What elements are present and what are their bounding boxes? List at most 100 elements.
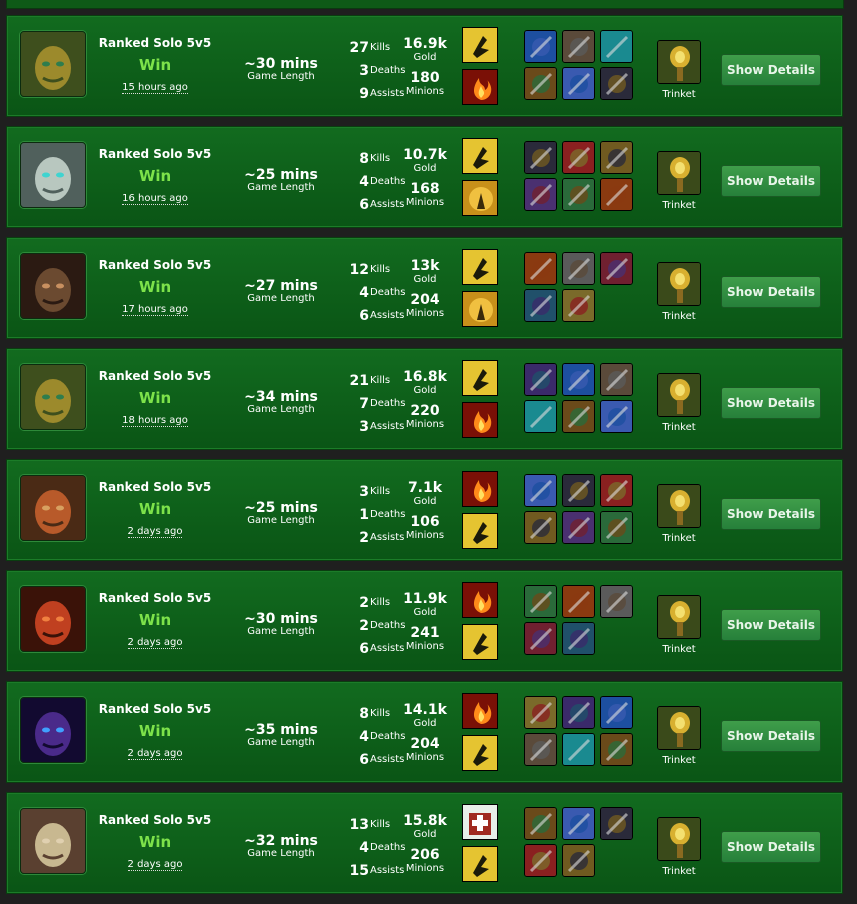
time-ago-text[interactable]: 2 days ago [127, 748, 183, 760]
item-icon[interactable] [562, 141, 595, 174]
item-icon[interactable] [524, 474, 557, 507]
summoner-spell-1-icon[interactable] [462, 804, 498, 840]
summoner-spell-2-icon[interactable] [462, 735, 498, 771]
item-icon[interactable] [600, 474, 633, 507]
item-icon[interactable] [600, 733, 633, 766]
summoner-spell-1-icon[interactable] [462, 27, 498, 63]
item-icon[interactable] [562, 252, 595, 285]
item-icon[interactable] [524, 141, 557, 174]
item-icon[interactable] [600, 178, 633, 211]
item-icon[interactable] [562, 474, 595, 507]
item-icon[interactable] [524, 844, 557, 877]
item-icon[interactable] [524, 178, 557, 211]
item-icon[interactable] [562, 400, 595, 433]
champion-portrait[interactable] [20, 31, 86, 97]
summoner-spell-2-icon[interactable] [462, 291, 498, 327]
trinket-icon[interactable] [657, 40, 701, 84]
summoner-spell-2-icon[interactable] [462, 69, 498, 105]
show-details-button[interactable]: Show Details [721, 831, 821, 863]
item-icon[interactable] [600, 30, 633, 63]
show-details-button[interactable]: Show Details [721, 609, 821, 641]
item-icon[interactable] [600, 807, 633, 840]
item-icon[interactable] [562, 844, 595, 877]
item-icon[interactable] [562, 585, 595, 618]
summoner-spell-1-icon[interactable] [462, 249, 498, 285]
show-details-button[interactable]: Show Details [721, 165, 821, 197]
match-row: Ranked Solo 5v5 Win 2 days ago ~35 mins … [6, 681, 843, 783]
previous-match-panel-edge [6, 0, 844, 9]
item-icon[interactable] [562, 733, 595, 766]
item-icon[interactable] [562, 696, 595, 729]
trinket-icon[interactable] [657, 817, 701, 861]
show-details-button[interactable]: Show Details [721, 54, 821, 86]
item-icon[interactable] [524, 807, 557, 840]
summoner-spell-2-icon[interactable] [462, 846, 498, 882]
show-details-button[interactable]: Show Details [721, 387, 821, 419]
item-icon[interactable] [600, 141, 633, 174]
summoner-spell-1-icon[interactable] [462, 360, 498, 396]
champion-portrait[interactable] [20, 808, 86, 874]
trinket-icon[interactable] [657, 373, 701, 417]
item-icon[interactable] [524, 622, 557, 655]
item-icon[interactable] [524, 585, 557, 618]
show-details-button[interactable]: Show Details [721, 498, 821, 530]
summoner-spell-2-icon[interactable] [462, 180, 498, 216]
item-icon[interactable] [600, 67, 633, 100]
item-icon[interactable] [524, 733, 557, 766]
item-icon[interactable] [562, 363, 595, 396]
time-ago-text[interactable]: 17 hours ago [122, 304, 188, 316]
item-icon[interactable] [562, 67, 595, 100]
minions-label: Minions [405, 86, 445, 97]
summoner-spell-2-icon[interactable] [462, 513, 498, 549]
item-icon[interactable] [600, 511, 633, 544]
summoner-spell-1-icon[interactable] [462, 693, 498, 729]
item-icon[interactable] [600, 585, 633, 618]
time-ago-text[interactable]: 18 hours ago [122, 415, 188, 427]
item-icon[interactable] [600, 363, 633, 396]
time-ago-text[interactable]: 2 days ago [127, 637, 183, 649]
champion-portrait[interactable] [20, 364, 86, 430]
summoner-spell-2-icon[interactable] [462, 624, 498, 660]
gold-minions: 10.7k Gold 168 Minions [377, 147, 473, 215]
trinket-icon[interactable] [657, 706, 701, 750]
item-icon[interactable] [600, 400, 633, 433]
item-icon[interactable] [524, 696, 557, 729]
queue-type: Ranked Solo 5v5 [98, 813, 212, 827]
summoner-spell-2-icon[interactable] [462, 402, 498, 438]
champion-portrait[interactable] [20, 697, 86, 763]
item-icon[interactable] [524, 252, 557, 285]
item-icon[interactable] [600, 252, 633, 285]
item-icon[interactable] [524, 67, 557, 100]
champion-portrait[interactable] [20, 475, 86, 541]
summoner-spell-1-icon[interactable] [462, 138, 498, 174]
trinket-icon[interactable] [657, 262, 701, 306]
champion-portrait[interactable] [20, 586, 86, 652]
time-ago-text[interactable]: 16 hours ago [122, 193, 188, 205]
assists-value: 3 [359, 419, 369, 435]
item-icon[interactable] [600, 696, 633, 729]
item-icon[interactable] [524, 30, 557, 63]
item-icon[interactable] [562, 511, 595, 544]
item-icon[interactable] [562, 30, 595, 63]
item-icon[interactable] [524, 511, 557, 544]
time-ago-text[interactable]: 15 hours ago [122, 82, 188, 94]
trinket-slot: Trinket [655, 706, 703, 766]
item-icon[interactable] [562, 289, 595, 322]
item-icon[interactable] [562, 178, 595, 211]
item-icon[interactable] [524, 363, 557, 396]
champion-portrait[interactable] [20, 142, 86, 208]
time-ago-text[interactable]: 2 days ago [127, 526, 183, 538]
summoner-spell-1-icon[interactable] [462, 582, 498, 618]
champion-portrait[interactable] [20, 253, 86, 319]
summoner-spell-1-icon[interactable] [462, 471, 498, 507]
show-details-button[interactable]: Show Details [721, 720, 821, 752]
time-ago-text[interactable]: 2 days ago [127, 859, 183, 871]
item-icon[interactable] [524, 289, 557, 322]
item-icon[interactable] [562, 807, 595, 840]
trinket-icon[interactable] [657, 484, 701, 528]
item-icon[interactable] [562, 622, 595, 655]
show-details-button[interactable]: Show Details [721, 276, 821, 308]
trinket-icon[interactable] [657, 595, 701, 639]
trinket-icon[interactable] [657, 151, 701, 195]
item-icon[interactable] [524, 400, 557, 433]
